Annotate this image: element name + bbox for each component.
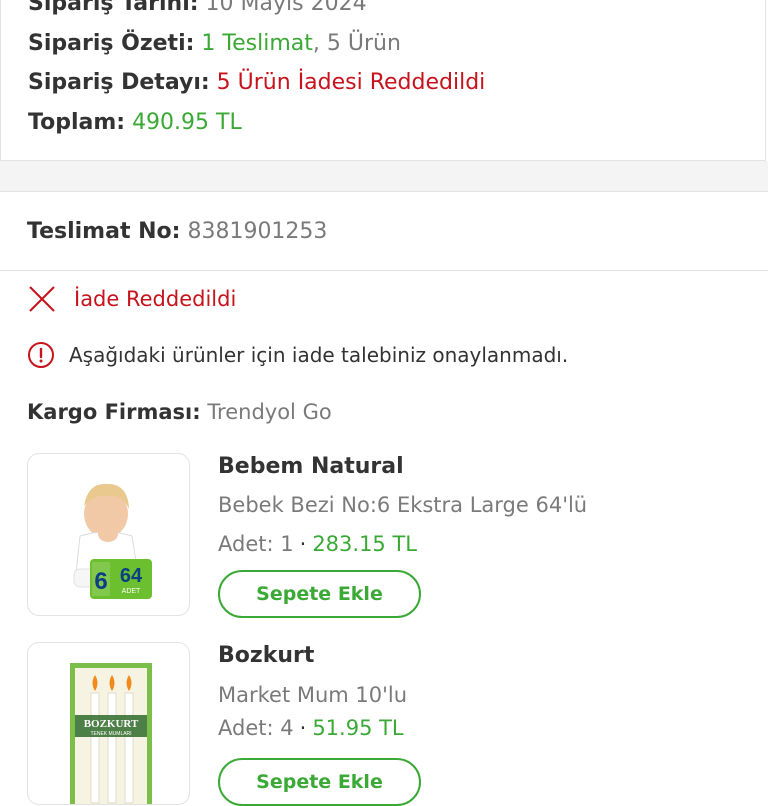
product-qty-price: Adet: 1 · 283.15 TL <box>218 532 417 556</box>
cargo-company-value: Trendyol Go <box>207 400 332 424</box>
add-to-cart-button[interactable]: Sepete Ekle <box>218 570 421 618</box>
info-message: Aşağıdaki ürünler için iade talebiniz on… <box>27 340 568 370</box>
delivery-number-row: Teslimat No: 8381901253 <box>27 218 327 246</box>
separator-dot: · <box>299 532 307 556</box>
return-status: İade Reddedildi <box>27 284 236 314</box>
order-date-label: Sipariş Tarihi: <box>28 0 199 16</box>
candle-subtext: TENEK MUMLARI <box>90 731 131 737</box>
return-status-text: İade Reddedildi <box>74 287 237 311</box>
close-x-icon <box>29 286 55 312</box>
order-total-label: Toplam: <box>28 110 126 135</box>
order-detail-value: 5 Ürün İadesi Reddedildi <box>216 70 486 95</box>
delivery-number-value: 8381901253 <box>187 219 328 244</box>
product-name[interactable]: Market Mum 10'lu <box>218 683 407 707</box>
separator-dot: · <box>299 716 307 740</box>
candle-brand-text: BOZKURT <box>84 718 139 730</box>
order-overview-items: , 5 Ürün <box>312 31 401 56</box>
order-date-value: 10 Mayıs 2024 <box>205 0 367 16</box>
add-to-cart-button[interactable]: Sepete Ekle <box>218 758 421 806</box>
product-price: 283.15 TL <box>312 532 417 556</box>
badge-count: 64 <box>120 565 143 587</box>
product-brand: Bebem Natural <box>218 454 404 479</box>
order-detail-label: Sipariş Detayı: <box>28 70 210 95</box>
product-image-candles[interactable]: BOZKURT TENEK MUMLARI <box>27 642 190 805</box>
product-qty-price: Adet: 4 · 51.95 TL <box>218 716 404 740</box>
product-image-diaper[interactable]: 6 64 ADET <box>27 453 190 616</box>
order-date-row: Sipariş Tarihi: 10 Mayıs 2024 <box>28 0 367 18</box>
divider <box>0 270 768 271</box>
badge-unit: ADET <box>122 588 141 595</box>
qty-label: Adet: <box>218 716 274 740</box>
order-detail-row: Sipariş Detayı: 5 Ürün İadesi Reddedildi <box>28 69 485 97</box>
qty-label: Adet: <box>218 532 274 556</box>
cargo-company-label: Kargo Firması: <box>27 400 201 424</box>
badge-size: 6 <box>94 568 107 595</box>
order-overview-row: Sipariş Özeti: 1 Teslimat, 5 Ürün <box>28 30 401 58</box>
qty-value: 1 <box>280 532 294 556</box>
order-overview-delivery: 1 Teslimat <box>201 31 313 56</box>
product-brand: Bozkurt <box>218 643 315 668</box>
order-summary: Sipariş Tarihi: 10 Mayıs 2024 Sipariş Öz… <box>0 0 766 161</box>
info-icon <box>28 342 54 368</box>
order-overview-label: Sipariş Özeti: <box>28 31 195 56</box>
product-name[interactable]: Bebek Bezi No:6 Ekstra Large 64'lü <box>218 493 587 517</box>
cargo-company-row: Kargo Firması: Trendyol Go <box>27 397 332 427</box>
baby-diaper-image: 6 64 ADET <box>73 483 152 599</box>
info-message-text: Aşağıdaki ürünler için iade talebiniz on… <box>69 343 569 367</box>
qty-value: 4 <box>280 716 294 740</box>
product-price: 51.95 TL <box>312 716 404 740</box>
section-separator <box>0 161 768 191</box>
order-total-value: 490.95 TL <box>132 110 242 135</box>
delivery-number-label: Teslimat No: <box>27 219 181 244</box>
order-total-row: Toplam: 490.95 TL <box>28 109 242 137</box>
candle-box-image: BOZKURT TENEK MUMLARI <box>70 663 152 804</box>
